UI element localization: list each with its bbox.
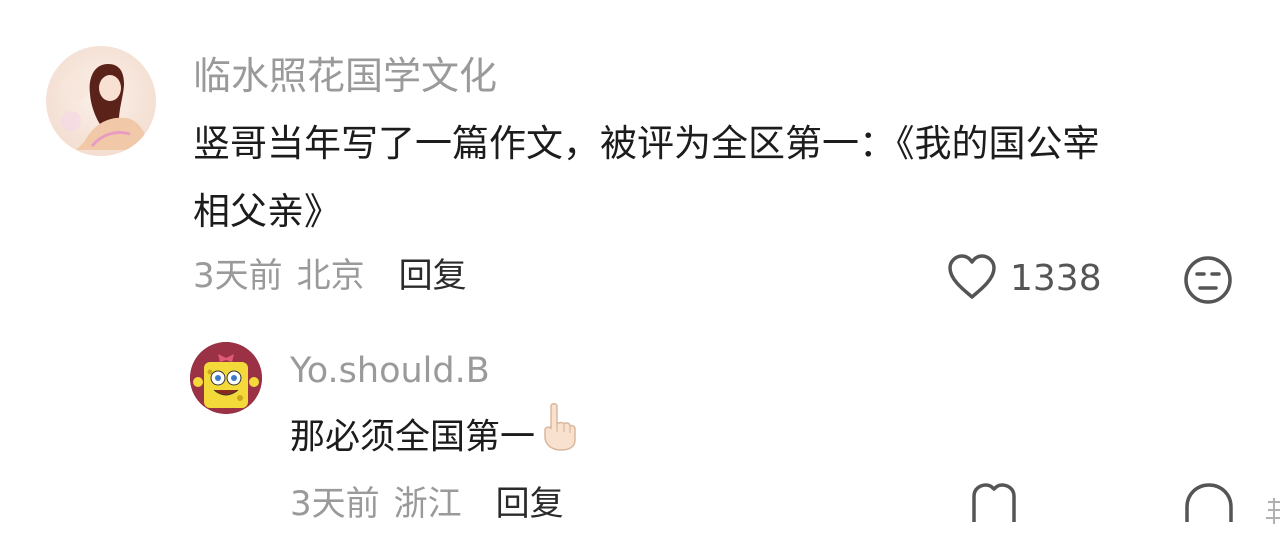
heart-outline-icon <box>946 253 998 305</box>
dislike-button[interactable] <box>1182 254 1234 306</box>
reply-button[interactable]: 回复 <box>399 259 467 293</box>
pointing-up-finger-icon <box>539 402 577 469</box>
comment-timestamp: 3天前 <box>193 256 283 296</box>
heart-outline-icon <box>970 483 1018 526</box>
reply-timestamp: 3天前 <box>290 484 380 524</box>
comment-location: 北京 <box>296 256 365 296</box>
meh-face-icon <box>1182 256 1234 310</box>
watermark-fragment <box>1264 496 1282 526</box>
comment-text: 竖哥当年写了一篇作文，被评为全区第一：《我的国公宰 相父亲》 <box>193 110 1100 246</box>
reply-like-button[interactable] <box>970 482 1018 526</box>
meh-face-icon <box>1184 483 1234 526</box>
reply-avatar[interactable] <box>190 342 262 414</box>
reply-text: 那必须全国第一 <box>290 417 536 458</box>
reply-location: 浙江 <box>393 484 462 524</box>
reply-dislike-button[interactable] <box>1184 482 1234 526</box>
like-button[interactable]: 1338 <box>946 253 1102 305</box>
reply-to-reply-button[interactable]: 回复 <box>496 487 564 521</box>
comment-text-line: 相父亲》 <box>193 190 341 233</box>
like-count: 1338 <box>1010 258 1102 299</box>
comment-meta: 3天前 北京 回复 <box>193 259 467 293</box>
commenter-username[interactable]: 临水照花国学文化 <box>193 57 497 95</box>
comment-text-line: 竖哥当年写了一篇作文，被评为全区第一：《我的国公宰 <box>193 122 1100 165</box>
reply-text-row: 那必须全国第一 <box>290 403 577 469</box>
commenter-avatar[interactable] <box>46 46 156 156</box>
reply-username[interactable]: Yo.should.B <box>290 354 490 389</box>
reply-meta: 3天前 浙江 回复 <box>290 487 564 521</box>
